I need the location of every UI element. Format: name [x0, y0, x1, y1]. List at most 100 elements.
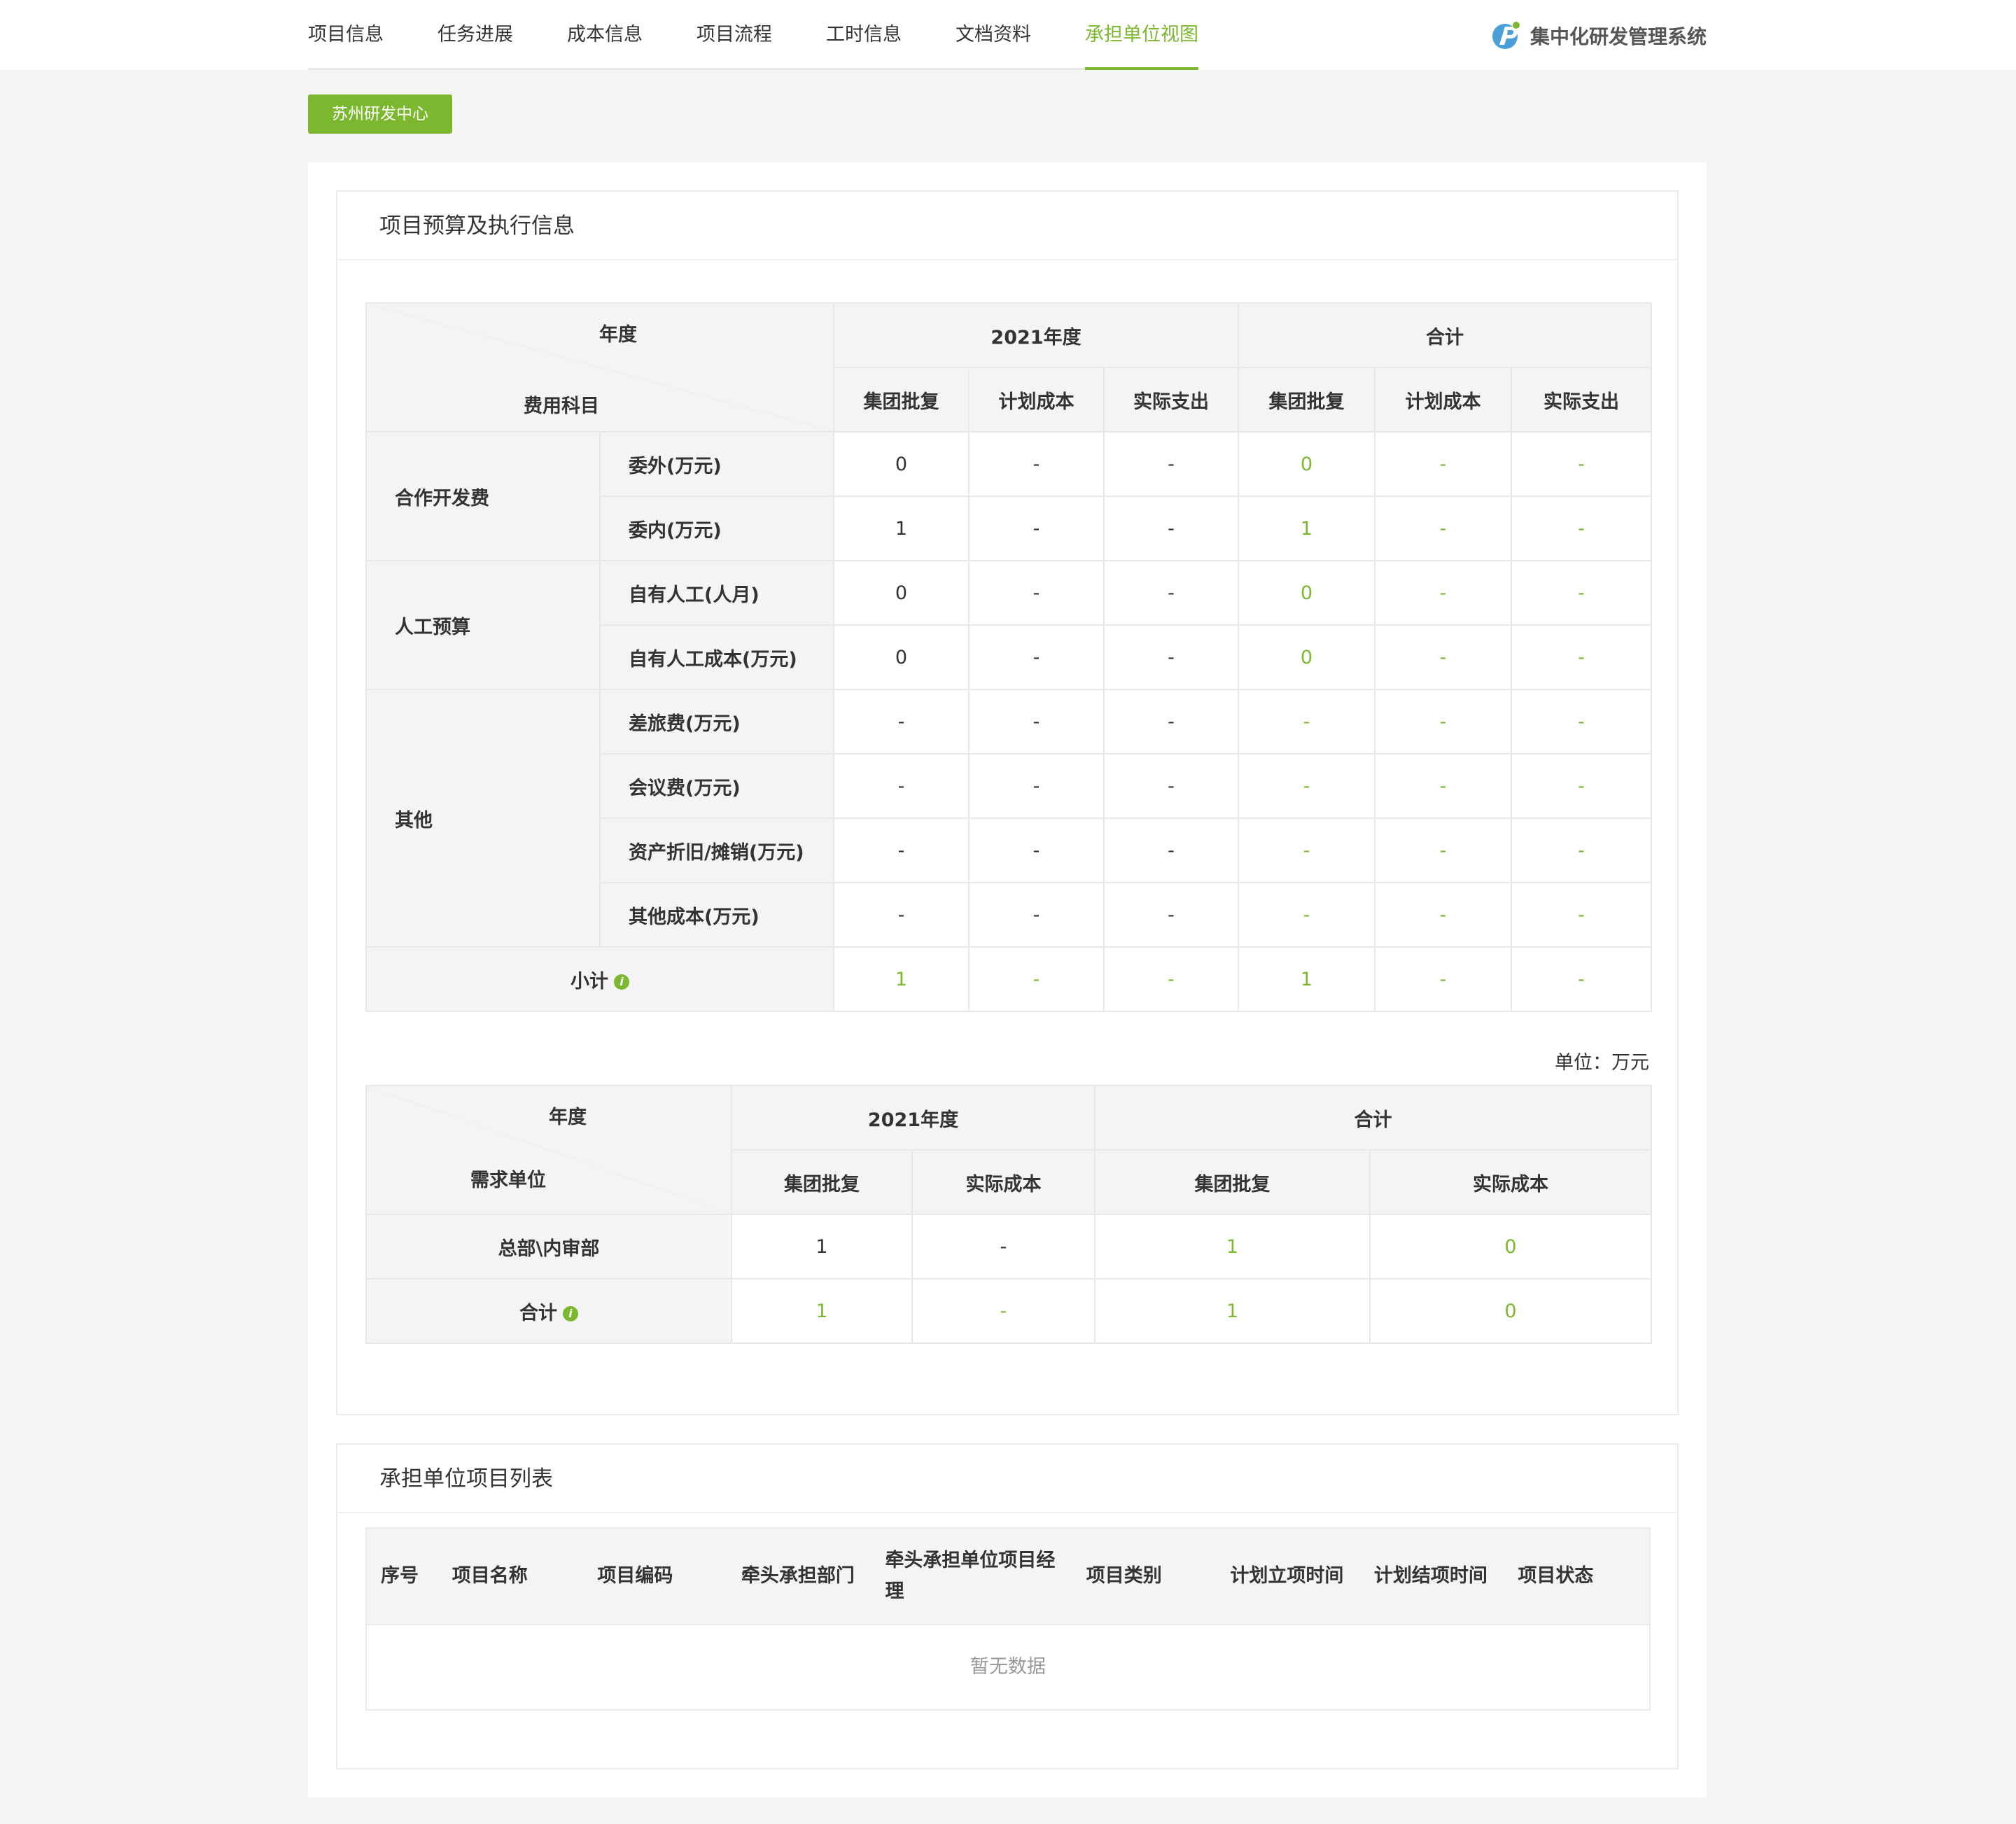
tab-4[interactable]: 工时信息 — [826, 0, 902, 68]
total-value-cell: - — [1510, 496, 1653, 561]
tab-2[interactable]: 成本信息 — [567, 0, 643, 68]
total-value-cell: 0 — [1238, 624, 1376, 690]
nav-tabs: 项目信息 任务进展 成本信息 项目流程 工时信息 文档资料 承担单位视图 — [308, 0, 1198, 70]
column-header: 序号 — [381, 1565, 419, 1587]
subtotal-label-cell: 小计 i — [365, 946, 834, 1012]
corner-year-label: 年度 — [549, 1107, 587, 1128]
sub-header-total-0: 集团批复 — [1238, 367, 1376, 433]
total-header: 合计 — [1237, 302, 1653, 368]
item-label: 其他成本(万元) — [599, 882, 834, 948]
year-value-cell: - — [833, 689, 969, 755]
total-value-cell: - — [1238, 689, 1376, 755]
budget-card: 项目预算及执行信息 年度 费用科目 2021年度 合计 集团批复 计划成本 实际支出… — [336, 190, 1679, 1415]
info-icon[interactable]: i — [614, 974, 629, 990]
brand: 集中化研发管理系统 — [1490, 20, 1707, 52]
total-value-cell: - — [1374, 560, 1512, 626]
year-value-cell: - — [968, 624, 1105, 690]
subtotal-year-cell: - — [968, 946, 1105, 1012]
total-value-cell: 0 — [1238, 560, 1376, 626]
total-value-cell: - — [1510, 624, 1653, 690]
subtotal-row: 小计 i 1- -1- - — [365, 946, 1653, 1012]
sum-total-cell: 0 — [1369, 1278, 1652, 1344]
demand-row: 总部\内审部 1-1 0 — [365, 1214, 1652, 1279]
group-label: 合作开发费 — [365, 431, 601, 561]
column-header: 计划结项时间 — [1373, 1565, 1488, 1587]
column-header: 牵头承担部门 — [741, 1565, 855, 1587]
tab-1[interactable]: 任务进展 — [438, 0, 513, 68]
year-value-cell: - — [1103, 689, 1239, 755]
corner-year-label: 年度 — [599, 324, 637, 346]
column-header: 项目编码 — [597, 1565, 673, 1587]
total-value-cell: - — [1238, 818, 1376, 883]
year-value-cell: - — [911, 1214, 1096, 1279]
year-value-cell: 0 — [833, 624, 969, 690]
demand-corner-header: 年度 需求单位 — [365, 1085, 732, 1215]
sum-year-cell: 1 — [731, 1278, 913, 1344]
group-label: 人工预算 — [365, 560, 601, 690]
total-value-cell: - — [1510, 689, 1653, 755]
year-2021-header: 2021年度 — [833, 302, 1239, 368]
total-value-cell: - — [1374, 882, 1512, 948]
tab-3[interactable]: 项目流程 — [696, 0, 772, 68]
total-value-cell: - — [1510, 431, 1653, 497]
year-value-cell: - — [1103, 818, 1239, 883]
sub-header-total-1: 实际成本 — [1369, 1149, 1652, 1215]
total-value-cell: - — [1238, 882, 1376, 948]
total-value-cell: - — [1374, 818, 1512, 883]
sub-header-total-0: 集团批复 — [1094, 1149, 1371, 1215]
total-value-cell: - — [1374, 753, 1512, 819]
tab-5[interactable]: 文档资料 — [955, 0, 1031, 68]
sub-header-total-1: 计划成本 — [1374, 367, 1512, 433]
demand-unit-label: 总部\内审部 — [365, 1214, 732, 1279]
subtotal-year-cell: - — [1103, 946, 1239, 1012]
year-value-cell: - — [1103, 496, 1239, 561]
item-label: 委内(万元) — [599, 496, 834, 561]
item-label: 差旅费(万元) — [599, 689, 834, 755]
brand-name: 集中化研发管理系统 — [1530, 25, 1707, 48]
subtotal-total-cell: - — [1510, 946, 1653, 1012]
sub-header-total-2: 实际支出 — [1510, 367, 1653, 433]
sum-total-cell: 1 — [1094, 1278, 1371, 1344]
total-value-cell: - — [1374, 496, 1512, 561]
column-header: 计划立项时间 — [1230, 1565, 1344, 1587]
main-content: 项目预算及执行信息 年度 费用科目 2021年度 合计 集团批复 计划成本 实际支出… — [308, 162, 1707, 1797]
tab-6[interactable]: 承担单位视图 — [1085, 0, 1198, 70]
year-value-cell: - — [1103, 882, 1239, 948]
project-list-header: 序号 项目名称 项目编码 牵头承担部门 牵头承担单位项目经理 项目类别 计划立项时间 计划结项… — [365, 1527, 1651, 1625]
budget-table: 年度 费用科目 2021年度 合计 集团批复 计划成本 实际支出 集团批复 计划成本 实际… — [365, 302, 1653, 1012]
budget-corner-header: 年度 费用科目 — [365, 302, 834, 433]
year-value-cell: - — [833, 753, 969, 819]
item-label: 资产折旧/摊销(万元) — [599, 818, 834, 883]
total-value-cell: - — [1510, 560, 1653, 626]
year-value-cell: - — [968, 882, 1105, 948]
info-icon[interactable]: i — [563, 1306, 578, 1321]
brand-logo-icon — [1492, 22, 1520, 49]
sub-header-year-0: 集团批复 — [833, 367, 969, 433]
total-value-cell: - — [1510, 753, 1653, 819]
year-value-cell: 0 — [833, 560, 969, 626]
total-value-cell: - — [1374, 689, 1512, 755]
sub-header-year-2: 实际支出 — [1103, 367, 1239, 433]
subtotal-label: 小计 — [570, 970, 608, 992]
corner-item-label: 费用科目 — [524, 395, 599, 417]
total-value-cell: 1 — [1094, 1214, 1371, 1279]
column-header: 项目名称 — [451, 1565, 528, 1587]
sum-year-cell: - — [911, 1278, 1096, 1344]
year-value-cell: - — [968, 431, 1105, 497]
budget-row: 合作开发费 委外(万元) 0- -0- - — [365, 431, 1653, 561]
column-header: 牵头承担单位项目经理 — [885, 1550, 1056, 1602]
tab-0[interactable]: 项目信息 — [308, 0, 384, 68]
empty-state-text: 暂无数据 — [365, 1625, 1651, 1711]
year-value-cell: - — [1103, 560, 1239, 626]
year-value-cell: - — [1103, 624, 1239, 690]
unit-select-button[interactable]: 苏州研发中心 — [308, 94, 452, 134]
year-value-cell: - — [968, 818, 1105, 883]
budget-row: 人工预算 自有人工(人月) 0- -0- - — [365, 560, 1653, 690]
project-list-card: 承担单位项目列表 序号 项目名称 项目编码 牵头承担部门 牵头承担单位项目经理 项目类别 计… — [336, 1443, 1679, 1769]
project-list-title: 承担单位项目列表 — [337, 1445, 1677, 1513]
total-value-cell: - — [1510, 818, 1653, 883]
subtotal-total-cell: 1 — [1238, 946, 1376, 1012]
sum-label: 合计 — [519, 1302, 557, 1324]
item-label: 自有人工成本(万元) — [599, 624, 834, 690]
sum-label-cell: 合计 i — [365, 1278, 732, 1344]
